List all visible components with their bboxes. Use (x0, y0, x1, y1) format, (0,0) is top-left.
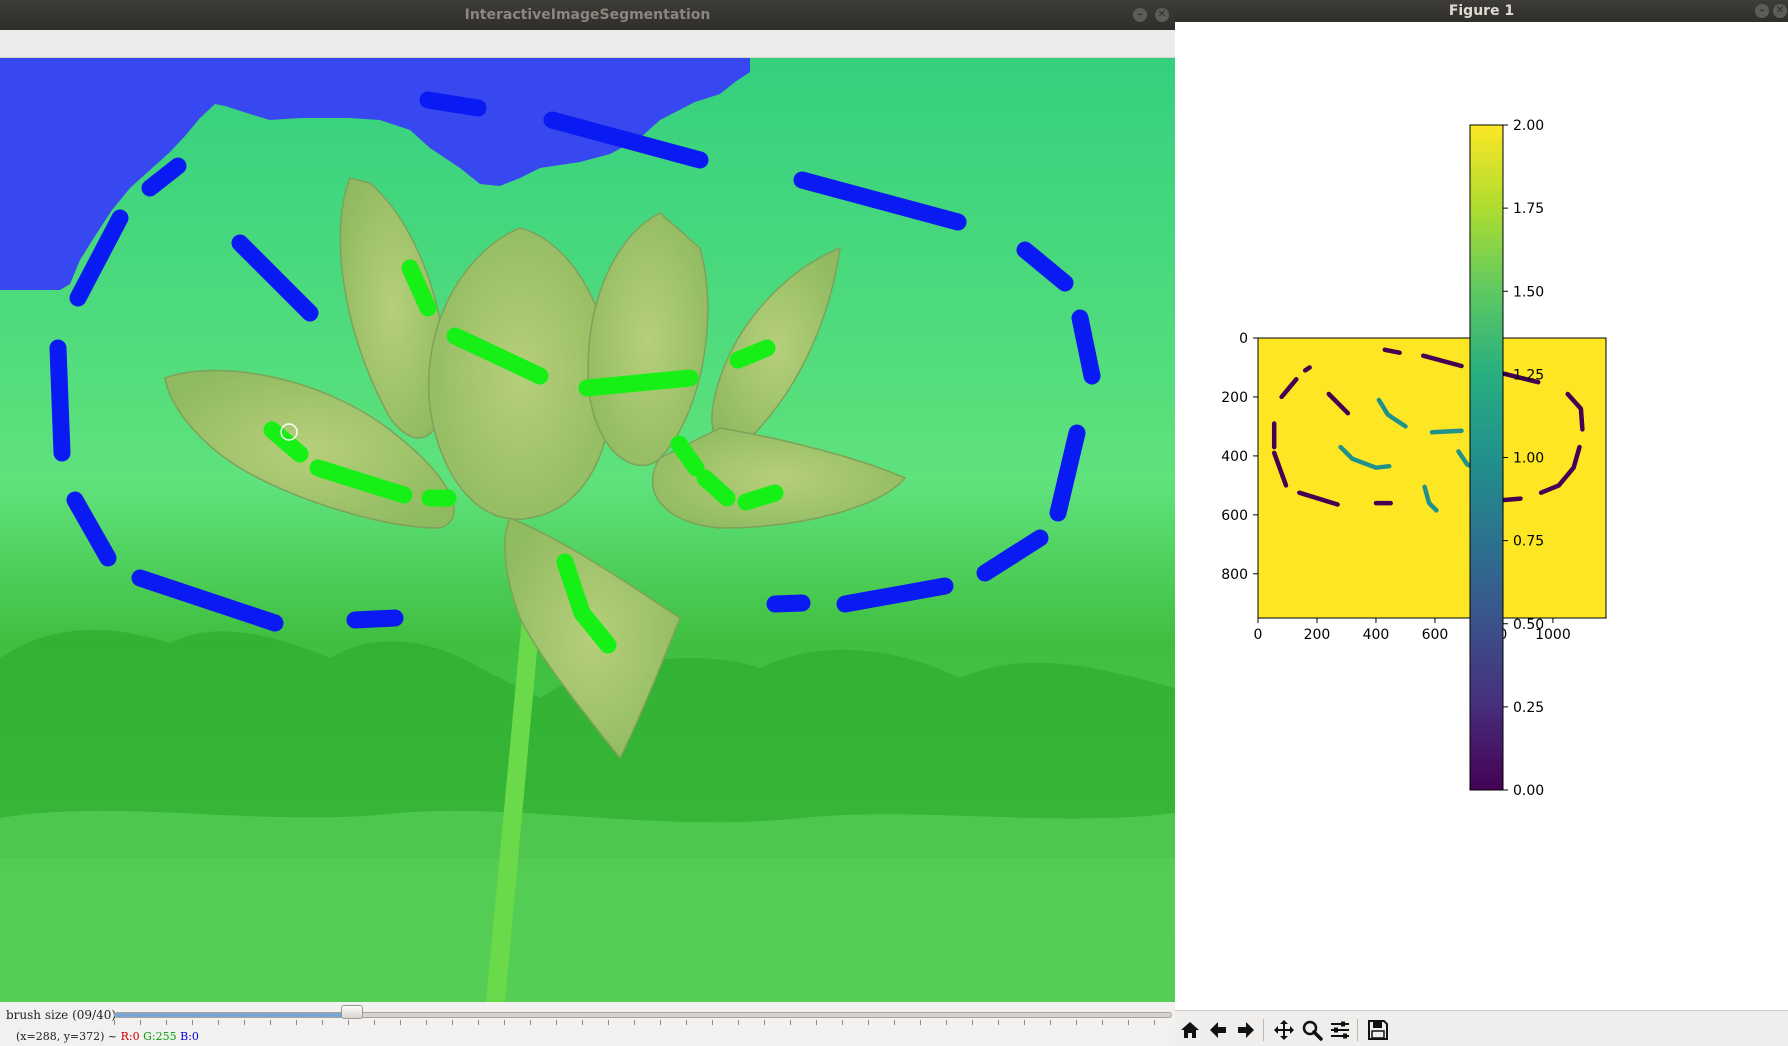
colorbar-tick-label: 2.00 (1513, 118, 1544, 134)
heatmap-chart: 020040060080010000200400600800 0.000.250… (1221, 118, 1607, 799)
slider-fill (115, 1013, 354, 1017)
colorbar-tick-label: 0.25 (1513, 700, 1544, 716)
heatmap-background (1258, 338, 1606, 618)
status-bar: (x=288, y=372) ~ R:0 G:255 B:0 (0, 1028, 1175, 1046)
toolbar-separator (1263, 1019, 1264, 1041)
configure-icon[interactable] (1327, 1017, 1353, 1043)
colorbar-tick-label: 0.50 (1513, 617, 1544, 633)
save-icon[interactable] (1365, 1017, 1391, 1043)
segmentation-canvas[interactable] (0, 58, 1175, 1002)
colorbar-tick-label: 0.75 (1513, 534, 1544, 550)
home-icon[interactable] (1177, 1017, 1203, 1043)
colorbar-tick-label: 0.00 (1513, 783, 1544, 799)
window-titlebar[interactable]: InteractiveImageSegmentation – ✕ (0, 0, 1175, 30)
x-tick-label: 200 (1304, 627, 1331, 643)
x-tick-label: 600 (1422, 627, 1449, 643)
status-red: R:0 (120, 1030, 140, 1043)
x-tick-label: 400 (1363, 627, 1390, 643)
y-tick-label: 200 (1221, 390, 1248, 406)
colorbar-tick-label: 1.00 (1513, 451, 1544, 467)
status-coords: (x=288, y=372) ~ (16, 1030, 118, 1043)
figure-title: Figure 1 (1448, 3, 1515, 19)
segmentation-window: InteractiveImageSegmentation – ✕ brush s… (0, 0, 1175, 1046)
figure-window: Figure 1 – ✕ 020040060080010000200400600… (1175, 0, 1788, 1046)
close-icon[interactable]: ✕ (1155, 8, 1169, 22)
zoom-icon[interactable] (1299, 1017, 1325, 1043)
heatmap-stroke-0 (1302, 365, 1312, 373)
brush-size-slider[interactable] (114, 1012, 1172, 1018)
close-icon[interactable]: ✕ (1773, 4, 1787, 18)
y-tick-label: 800 (1221, 567, 1248, 583)
status-blue: B:0 (180, 1030, 199, 1043)
heatmap-stroke-0 (1382, 347, 1402, 355)
toolbar-separator (1357, 1019, 1358, 1041)
figure-toolbar (1175, 1010, 1788, 1046)
y-tick-label: 600 (1221, 508, 1248, 524)
colorbar (1469, 124, 1504, 791)
figure-titlebar[interactable]: Figure 1 – ✕ (1175, 0, 1788, 22)
x-tick-label: 0 (1254, 627, 1263, 643)
status-green: G:255 (143, 1030, 177, 1043)
brush-size-label: brush size (09/40) (6, 1008, 117, 1022)
pan-icon[interactable] (1271, 1017, 1297, 1043)
colorbar-tick-label: 1.25 (1513, 367, 1544, 383)
window-title: InteractiveImageSegmentation (464, 7, 711, 23)
figure-canvas[interactable]: 020040060080010000200400600800 0.000.250… (1175, 22, 1788, 1010)
y-tick-label: 400 (1221, 449, 1248, 465)
heatmap-stroke-1 (1429, 428, 1464, 435)
slider-ticks (114, 1020, 1172, 1025)
minimize-icon[interactable]: – (1133, 8, 1147, 22)
forward-icon[interactable] (1233, 1017, 1259, 1043)
colorbar-tick-label: 1.50 (1513, 284, 1544, 300)
menu-strip (0, 30, 1175, 58)
slider-thumb[interactable] (341, 1005, 364, 1019)
minimize-icon[interactable]: – (1755, 4, 1769, 18)
brush-size-row: brush size (09/40) (0, 1002, 1175, 1028)
back-icon[interactable] (1205, 1017, 1231, 1043)
y-tick-label: 0 (1239, 331, 1248, 347)
lotus-field (0, 810, 1175, 1002)
colorbar-tick-label: 1.75 (1513, 201, 1544, 217)
